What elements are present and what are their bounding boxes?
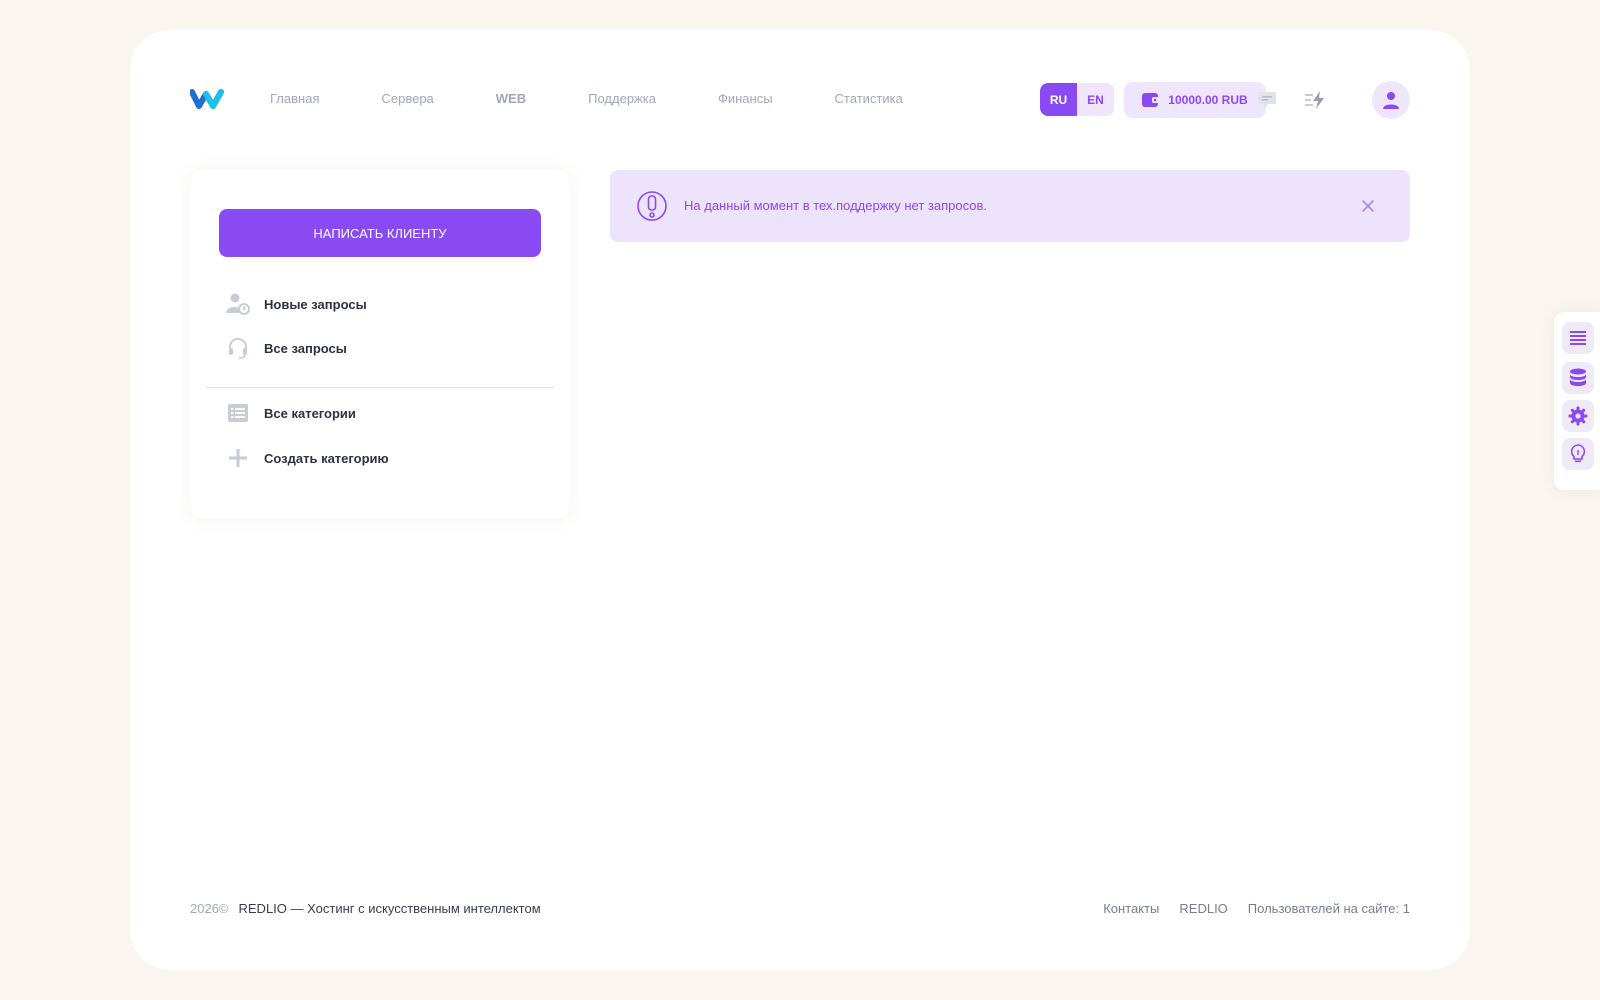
chat-icon[interactable]: [1256, 89, 1278, 111]
sidebar-item-all-requests[interactable]: Все запросы: [226, 336, 347, 360]
nav-web[interactable]: WEB: [496, 89, 526, 109]
lightbulb-icon: [1570, 444, 1586, 463]
user-icon: [1383, 92, 1399, 109]
sidebar-item-label: Новые запросы: [264, 296, 367, 312]
exclamation-icon: [637, 191, 667, 221]
idea-toolbar-button[interactable]: [1562, 438, 1594, 470]
gear-icon: [1568, 406, 1588, 426]
close-icon[interactable]: [1360, 198, 1376, 214]
support-sidebar: НАПИСАТЬ КЛИЕНТУ Новые запросы Все запро…: [190, 170, 570, 519]
main-card: Главная Сервера WEB Поддержка Финансы Ст…: [130, 30, 1470, 970]
info-alert: На данный момент в тех.поддержку нет зап…: [610, 170, 1410, 242]
sidebar-item-label: Все запросы: [264, 340, 347, 356]
database-toolbar-button[interactable]: [1562, 362, 1594, 394]
balance-amount: 10000.00 RUB: [1168, 93, 1248, 107]
user-clock-icon: [226, 292, 250, 316]
write-client-button[interactable]: НАПИСАТЬ КЛИЕНТУ: [219, 209, 541, 257]
footer-online-count: Пользователей на сайте: 1: [1247, 901, 1410, 916]
lang-ru-button[interactable]: RU: [1040, 83, 1077, 116]
sidebar-item-new-requests[interactable]: Новые запросы: [226, 292, 367, 316]
menu-toolbar-button[interactable]: [1562, 322, 1594, 354]
nav-statistics[interactable]: Статистика: [835, 89, 903, 109]
footer-link-contacts[interactable]: Контакты: [1103, 901, 1159, 916]
nav-support[interactable]: Поддержка: [588, 89, 656, 109]
balance-button[interactable]: 10000.00 RUB: [1124, 82, 1266, 118]
footer-link-redlio[interactable]: REDLIO: [1179, 901, 1227, 916]
main-nav: Главная Сервера WEB Поддержка Финансы Ст…: [270, 89, 965, 109]
sidebar-item-label: Создать категорию: [264, 450, 389, 466]
settings-toolbar-button[interactable]: [1562, 400, 1594, 432]
wallet-icon: [1142, 93, 1161, 107]
nav-home[interactable]: Главная: [270, 89, 319, 109]
lang-en-button[interactable]: EN: [1077, 83, 1114, 116]
lightning-list-icon[interactable]: [1304, 89, 1326, 111]
menu-lines-icon: [1570, 331, 1586, 345]
database-icon: [1570, 368, 1586, 386]
sidebar-item-create-category[interactable]: Создать категорию: [226, 446, 389, 470]
sidebar-item-all-categories[interactable]: Все категории: [226, 401, 356, 425]
footer-copyright: 2026© REDLIO — Хостинг с искусственным и…: [190, 901, 541, 916]
alert-message: На данный момент в тех.поддержку нет зап…: [684, 198, 987, 213]
footer-links: Контакты REDLIO Пользователей на сайте: …: [1103, 901, 1410, 916]
floating-toolbar: [1554, 312, 1600, 490]
avatar[interactable]: [1372, 81, 1410, 119]
sidebar-item-label: Все категории: [264, 405, 356, 421]
nav-finance[interactable]: Финансы: [718, 89, 773, 109]
plus-icon: [226, 446, 250, 470]
list-icon: [226, 401, 250, 425]
language-switch: RU EN: [1040, 83, 1114, 116]
sidebar-divider: [206, 387, 554, 388]
footer-brand: REDLIO — Хостинг с искусственным интелле…: [238, 901, 541, 916]
footer-year: 2026©: [190, 901, 229, 916]
headset-icon: [226, 336, 250, 360]
nav-servers[interactable]: Сервера: [381, 89, 433, 109]
logo-icon[interactable]: [190, 88, 224, 110]
